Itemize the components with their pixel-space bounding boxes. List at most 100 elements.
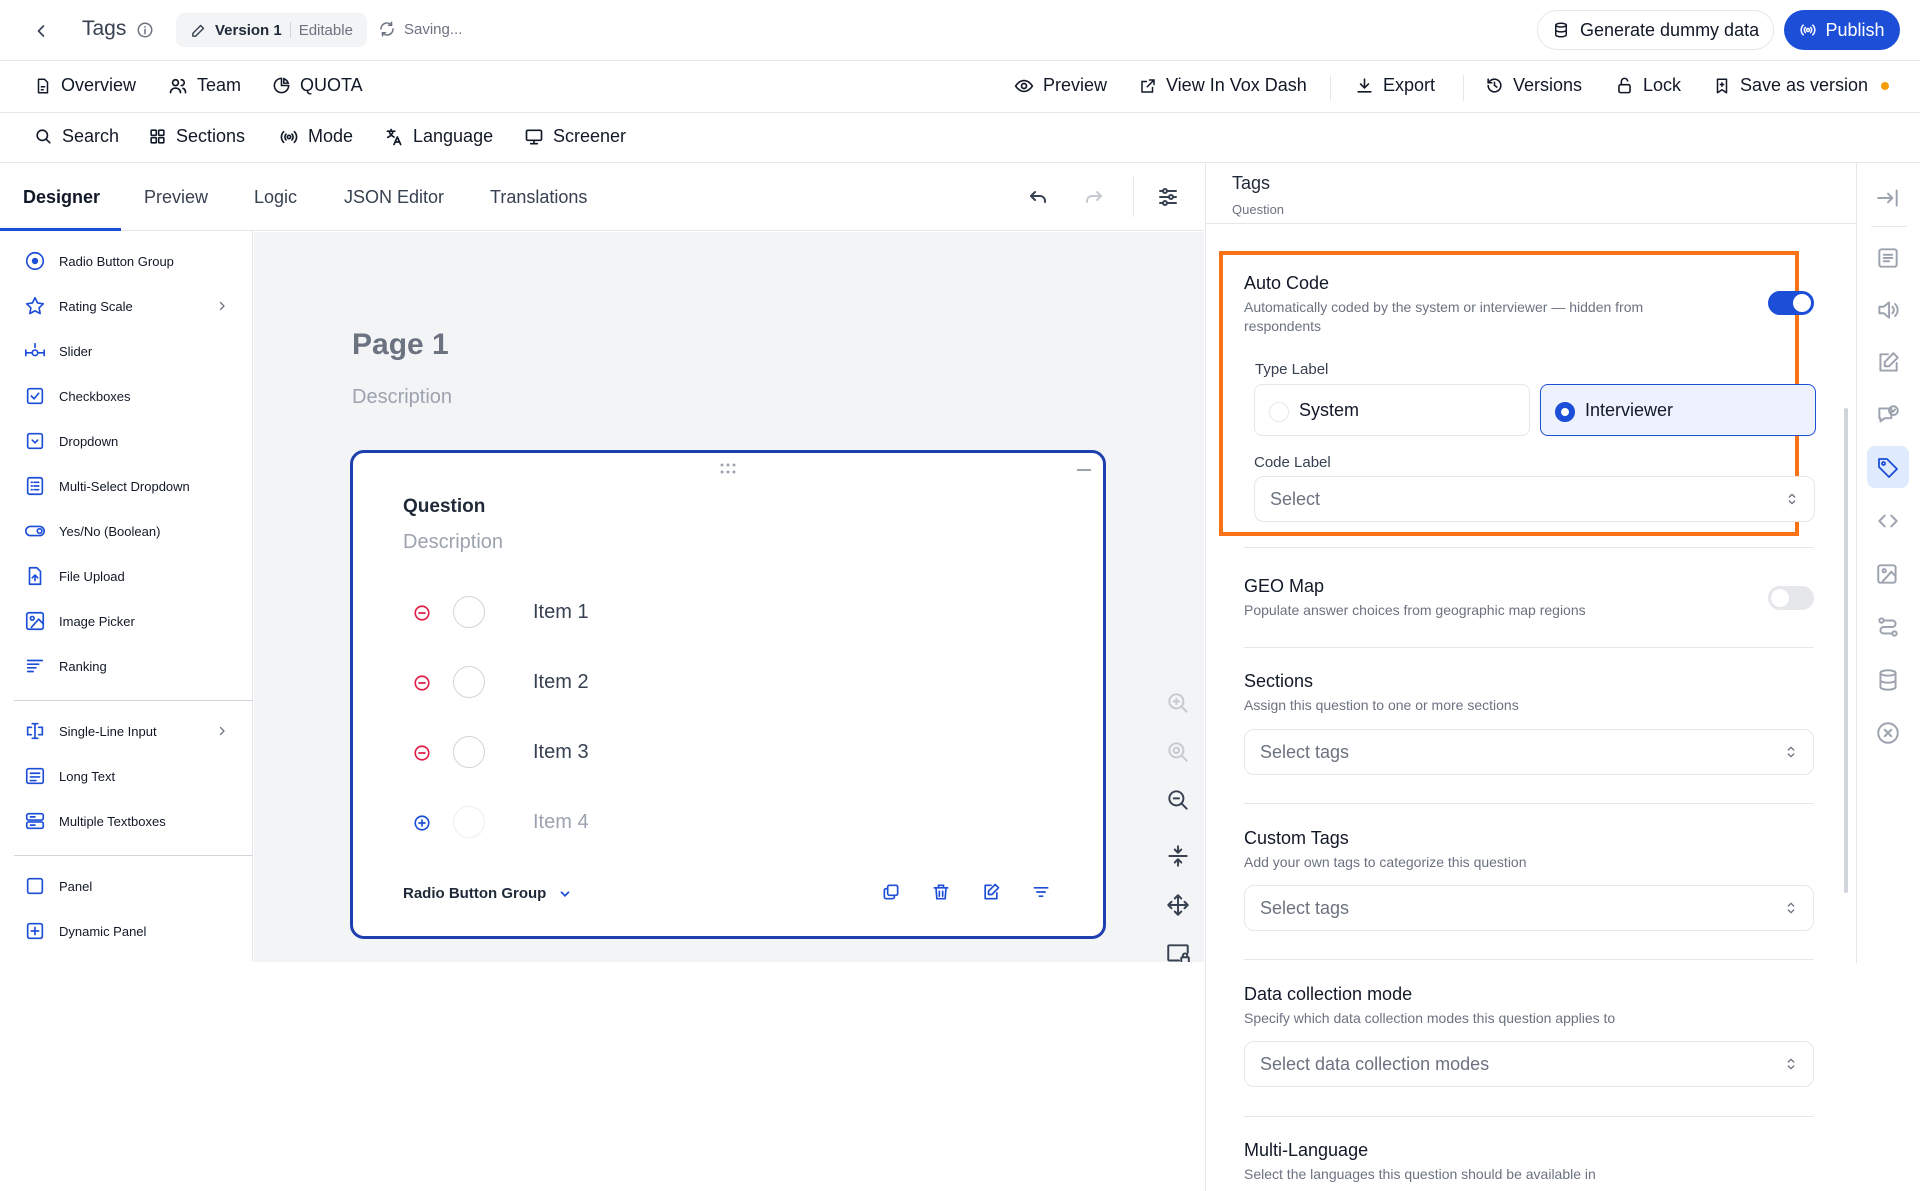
tab-logic[interactable]: Logic <box>254 187 297 208</box>
menu-lock[interactable]: Lock <box>1615 75 1681 96</box>
toolbox-item-dropdown[interactable]: Dropdown <box>0 423 253 459</box>
page-description[interactable]: Description <box>352 386 452 409</box>
collapse-panel-button[interactable] <box>1875 185 1901 211</box>
collapse-button[interactable] <box>1077 461 1091 471</box>
zoom-reset-button[interactable] <box>1165 739 1191 765</box>
rail-audio[interactable] <box>1875 297 1901 323</box>
toolbox-item-dynamic-panel[interactable]: Dynamic Panel <box>0 913 253 949</box>
toolbar-search[interactable]: Search <box>34 126 119 147</box>
tab-json-editor[interactable]: JSON Editor <box>344 187 444 208</box>
rail-edit[interactable] <box>1875 350 1901 376</box>
chevron-right-icon[interactable] <box>216 725 228 737</box>
menu-export[interactable]: Export <box>1355 75 1435 96</box>
toolbox-item-yes-no-boolean[interactable]: Yes/No (Boolean) <box>0 513 253 549</box>
menu-view-in-vox-dash[interactable]: View In Vox Dash <box>1139 75 1307 96</box>
choice-radio[interactable] <box>453 666 485 698</box>
tab-designer[interactable]: Designer <box>23 187 100 208</box>
toolbox-item-slider[interactable]: Slider <box>0 333 253 369</box>
type-option-system[interactable]: System <box>1254 384 1530 436</box>
toolbox-item-panel[interactable]: Panel <box>0 868 253 904</box>
rail-validation[interactable] <box>1875 403 1901 429</box>
rail-media[interactable] <box>1875 561 1901 587</box>
version-name: Version 1 <box>215 21 282 39</box>
rail-general[interactable] <box>1875 245 1901 271</box>
remove-choice-icon[interactable] <box>413 674 431 692</box>
toolbox-item-long-text[interactable]: Long Text <box>0 758 253 794</box>
survey-settings-button[interactable] <box>1156 185 1180 209</box>
readonly-view-button[interactable] <box>1165 941 1191 962</box>
publish-button[interactable]: Publish <box>1784 10 1900 50</box>
external-link-icon <box>1141 78 1155 93</box>
question-type-selector[interactable]: Radio Button Group <box>403 885 572 902</box>
custom-tags-select[interactable]: Select tags <box>1244 885 1814 931</box>
edit-question-button[interactable] <box>981 882 1001 902</box>
toolbox-item-multi-select-dropdown[interactable]: Multi-Select Dropdown <box>0 468 253 504</box>
rail-data[interactable] <box>1875 667 1901 693</box>
sections-select[interactable]: Select tags <box>1244 729 1814 775</box>
choice-label[interactable]: Item 4 <box>533 811 589 834</box>
info-icon[interactable] <box>136 21 154 39</box>
toolbox-item-checkboxes[interactable]: Checkboxes <box>0 378 253 414</box>
remove-choice-icon[interactable] <box>413 744 431 762</box>
toolbox-item-ranking[interactable]: Ranking <box>0 648 253 684</box>
data-collection-select[interactable]: Select data collection modes <box>1244 1041 1814 1087</box>
question-description[interactable]: Description <box>403 531 503 554</box>
divider <box>289 22 291 38</box>
duplicate-button[interactable] <box>881 882 901 902</box>
toolbar-language[interactable]: Language <box>384 126 493 147</box>
toolbox-item-file-upload[interactable]: File Upload <box>0 558 253 594</box>
tab-preview[interactable]: Preview <box>144 187 208 208</box>
menu-team[interactable]: Team <box>168 75 241 96</box>
menu-versions[interactable]: Versions <box>1485 75 1582 96</box>
toolbox-item-radio-button-group[interactable]: Radio Button Group <box>0 243 253 279</box>
choice-radio[interactable] <box>453 736 485 768</box>
toolbar-mode[interactable]: Mode <box>279 126 353 147</box>
rail-tags[interactable] <box>1867 446 1909 488</box>
toolbox-item-single-line-input[interactable]: Single-Line Input <box>0 713 253 749</box>
type-option-interviewer[interactable]: Interviewer <box>1540 384 1816 436</box>
toolbox-item-image-picker[interactable]: Image Picker <box>0 603 253 639</box>
back-button[interactable] <box>28 18 54 44</box>
menu-save-as-version[interactable]: Save as version <box>1713 75 1890 96</box>
code-label-select[interactable]: Select <box>1254 476 1815 522</box>
toolbar-sections[interactable]: Sections <box>148 126 245 147</box>
auto-code-toggle[interactable] <box>1768 291 1814 315</box>
question-card[interactable]: Question Description Item 1 Item 2 Item … <box>350 450 1106 939</box>
question-title[interactable]: Question <box>403 496 485 518</box>
drag-handle-icon[interactable] <box>720 463 736 475</box>
toolbar-screener[interactable]: Screener <box>524 126 626 147</box>
remove-choice-icon[interactable] <box>413 604 431 622</box>
toolbox-item-multiple-textboxes[interactable]: Multiple Textboxes <box>0 803 253 839</box>
panel-scrollbar[interactable] <box>1844 408 1848 893</box>
add-choice-icon[interactable] <box>413 814 431 832</box>
custom-tags-placeholder: Select tags <box>1260 898 1350 918</box>
rail-logic[interactable] <box>1875 614 1901 640</box>
move-button[interactable] <box>1165 892 1191 918</box>
collapse-all-button[interactable] <box>1165 843 1191 869</box>
version-pill[interactable]: Version 1 Editable <box>176 13 367 47</box>
zoom-in-button[interactable] <box>1165 690 1191 716</box>
menu-overview[interactable]: Overview <box>34 75 136 96</box>
menu-lock-label: Lock <box>1643 75 1682 95</box>
undo-button[interactable] <box>1026 185 1050 209</box>
page-title[interactable]: Page 1 <box>352 328 449 362</box>
rail-code[interactable] <box>1875 508 1901 534</box>
choice-label[interactable]: Item 2 <box>533 671 589 694</box>
choice-label[interactable]: Item 1 <box>533 601 589 624</box>
rail-clear[interactable] <box>1875 720 1901 746</box>
choice-label[interactable]: Item 3 <box>533 741 589 764</box>
delete-button[interactable] <box>931 882 951 902</box>
tag-icon <box>1878 458 1898 478</box>
choice-radio[interactable] <box>453 596 485 628</box>
eye-icon <box>1014 79 1034 92</box>
tab-translations[interactable]: Translations <box>490 187 587 208</box>
menu-quota[interactable]: QUOTA <box>272 75 363 96</box>
menu-preview[interactable]: Preview <box>1014 75 1107 96</box>
toolbox-item-rating-scale[interactable]: Rating Scale <box>0 288 253 324</box>
geo-map-toggle[interactable] <box>1768 586 1814 610</box>
zoom-out-button[interactable] <box>1165 787 1191 813</box>
chevron-right-icon[interactable] <box>216 300 228 312</box>
generate-dummy-data-button[interactable]: Generate dummy data <box>1537 10 1775 50</box>
redo-button[interactable] <box>1082 185 1106 209</box>
question-options-button[interactable] <box>1031 882 1051 902</box>
